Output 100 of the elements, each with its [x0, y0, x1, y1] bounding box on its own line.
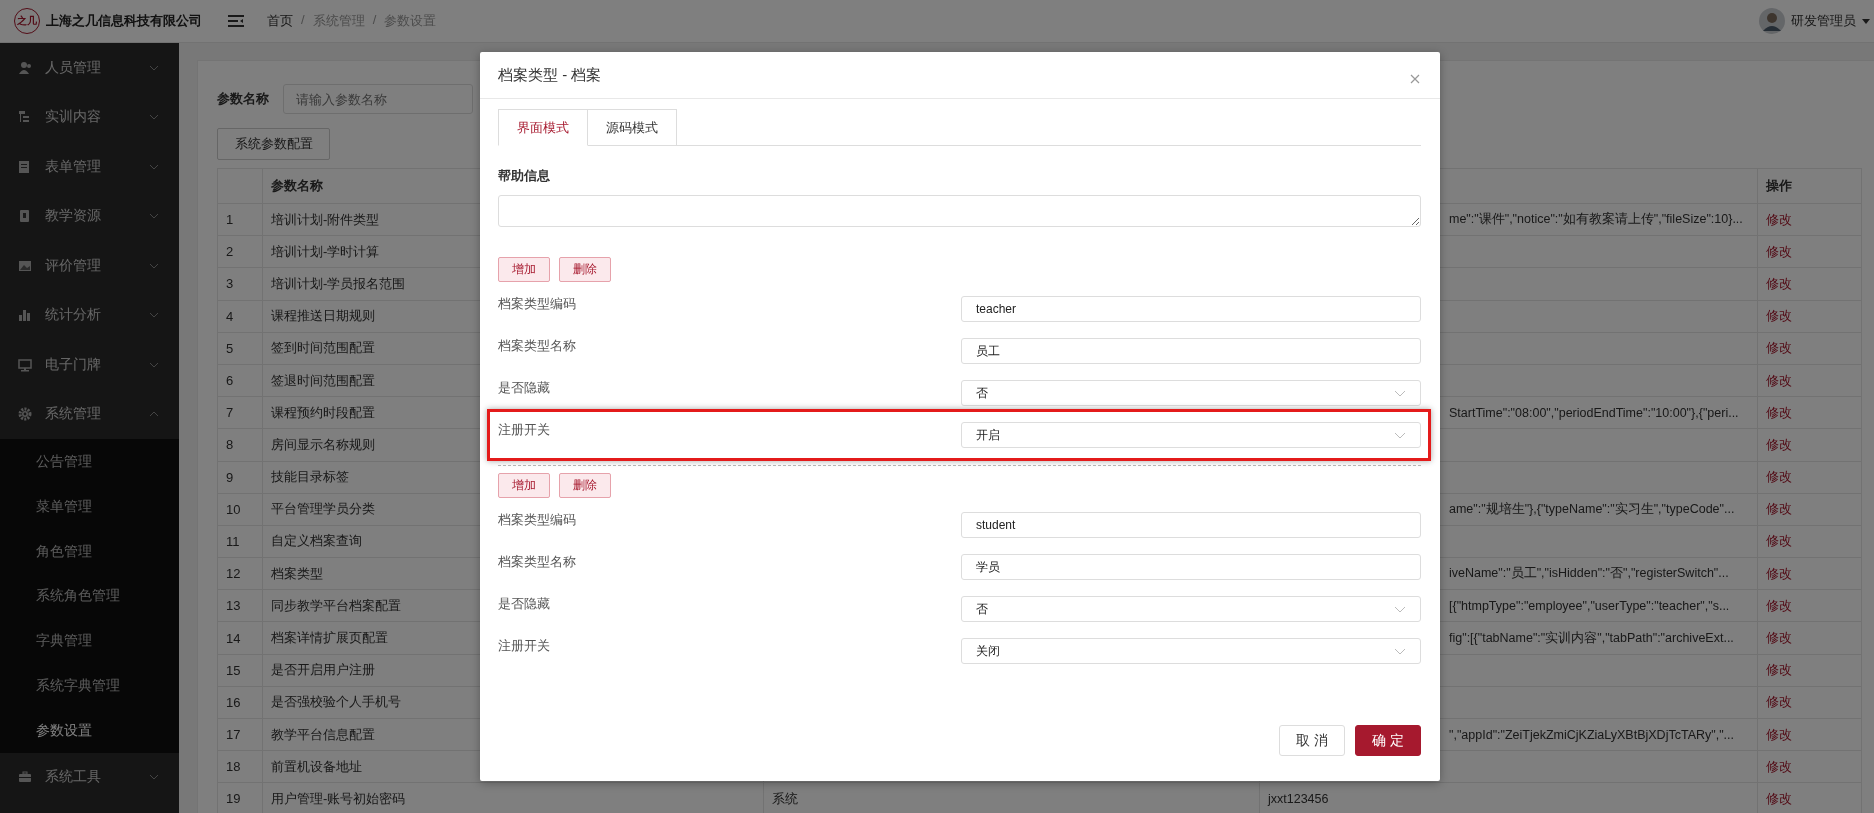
table-cell: fig":[{"tabName":"实训内容","tabPath":"archiveExt...	[1449, 630, 1734, 645]
edit-link[interactable]: 修改	[1766, 694, 1792, 710]
select-field[interactable]: 否	[961, 596, 1421, 622]
confirm-button[interactable]: 确 定	[1355, 725, 1421, 756]
submenu-item[interactable]: 菜单管理	[0, 483, 179, 529]
sidebar-item[interactable]: 实训内容	[0, 92, 179, 142]
sidebar-item[interactable]: 统计分析	[0, 290, 179, 340]
cancel-button[interactable]: 取 消	[1279, 725, 1345, 756]
chevron-icon	[149, 64, 159, 71]
input-field[interactable]: student	[961, 512, 1421, 538]
table-cell: StartTime":"08:00","periodEndTime":"10:00"},{"peri...	[1449, 405, 1739, 420]
submenu-item[interactable]: 参数设置	[0, 707, 179, 753]
submenu-item[interactable]: 系统字典管理	[0, 663, 179, 708]
tree-icon	[18, 110, 32, 125]
chevron-icon	[149, 213, 159, 220]
delete-button[interactable]: 删除	[559, 473, 611, 498]
edit-link[interactable]: 修改	[1766, 243, 1792, 259]
chevron-icon	[149, 312, 159, 319]
add-button[interactable]: 增加	[498, 473, 550, 498]
edit-link[interactable]: 修改	[1766, 758, 1792, 774]
edit-link[interactable]: 修改	[1766, 501, 1792, 517]
edit-link[interactable]: 修改	[1766, 308, 1792, 324]
sidebar-item[interactable]: 电子门牌	[0, 340, 179, 390]
tab[interactable]: 源码模式	[588, 109, 677, 146]
chevron-icon	[1394, 389, 1406, 397]
table-cell: 8	[217, 428, 263, 461]
edit-link[interactable]: 修改	[1766, 790, 1792, 806]
table-cell: 9	[217, 461, 263, 494]
chevron-icon	[149, 163, 159, 170]
table-cell: ame":"规培生"},{"typeName":"实习生","typeCode"...	[1449, 501, 1735, 516]
table-cell: 14	[217, 621, 263, 655]
table-cell: 15	[217, 654, 263, 687]
table-cell: 7	[217, 396, 263, 429]
edit-link[interactable]: 修改	[1766, 436, 1792, 452]
column-header: 操作	[1757, 168, 1862, 204]
sidebar-item[interactable]: 表单管理	[0, 142, 179, 192]
user-name[interactable]: 研发管理员	[1791, 12, 1856, 30]
toolbox-icon	[18, 770, 32, 785]
edit-link[interactable]: 修改	[1766, 630, 1792, 646]
table-cell: 1	[217, 203, 263, 236]
search-label: 参数名称	[217, 90, 269, 108]
book-icon	[18, 209, 32, 224]
config-button[interactable]: 系统参数配置	[217, 128, 330, 160]
edit-link[interactable]: 修改	[1766, 275, 1792, 291]
sidebar-item[interactable]: 教学资源	[0, 191, 179, 241]
sidebar-item[interactable]: 系统管理	[0, 389, 179, 439]
table-cell: 18	[217, 750, 263, 783]
submenu-item[interactable]: 公告管理	[0, 439, 179, 484]
delete-button[interactable]: 删除	[559, 257, 611, 282]
sidebar-item[interactable]: 人员管理	[0, 43, 179, 93]
select-field[interactable]: 否	[961, 380, 1421, 406]
chevron-icon	[149, 774, 159, 781]
table-cell: 3	[217, 267, 263, 301]
bar-chart-icon	[18, 308, 32, 323]
settings-icon	[18, 407, 32, 422]
edit-link[interactable]: 修改	[1766, 211, 1792, 227]
sidebar-item[interactable]: 评价管理	[0, 241, 179, 291]
edit-link[interactable]: 修改	[1766, 597, 1792, 613]
table-cell: 6	[217, 364, 263, 397]
field-label: 是否隐藏	[498, 379, 550, 397]
search-field[interactable]: 请输入参数名称	[283, 84, 473, 114]
people-icon	[18, 60, 32, 75]
edit-link[interactable]: 修改	[1766, 372, 1792, 388]
input-field[interactable]: teacher	[961, 296, 1421, 322]
input-field[interactable]: 学员	[961, 554, 1421, 580]
table-cell: [{"htmpType":"employee","userType":"teacher","s...	[1449, 598, 1730, 613]
breadcrumb-link[interactable]: 首页	[267, 12, 293, 30]
caret-icon	[1862, 18, 1870, 24]
chevron-icon	[149, 361, 159, 368]
edit-link[interactable]: 修改	[1766, 565, 1792, 581]
close-icon[interactable]	[1410, 74, 1420, 84]
table-cell: 17	[217, 718, 263, 751]
edit-link[interactable]: 修改	[1766, 662, 1792, 678]
edit-link[interactable]: 修改	[1766, 340, 1792, 356]
input-field[interactable]: 员工	[961, 338, 1421, 364]
select-field[interactable]: 关闭	[961, 638, 1421, 664]
table-cell: 16	[217, 686, 263, 719]
edit-link[interactable]: 修改	[1766, 404, 1792, 420]
menu-icon	[228, 14, 244, 28]
edit-link[interactable]: 修改	[1766, 469, 1792, 485]
select-field[interactable]: 开启	[961, 422, 1421, 448]
edit-link[interactable]: 修改	[1766, 533, 1792, 549]
chevron-icon	[149, 411, 159, 418]
monitor-icon	[18, 357, 32, 372]
submenu-item[interactable]: 字典管理	[0, 618, 179, 663]
field-label: 注册开关	[498, 637, 550, 655]
chevron-icon	[149, 114, 159, 121]
form-icon	[18, 159, 32, 174]
edit-link[interactable]: 修改	[1766, 726, 1792, 742]
tab[interactable]: 界面模式	[498, 109, 588, 146]
submenu-item[interactable]: 角色管理	[0, 528, 179, 574]
breadcrumb-separator: /	[301, 12, 305, 29]
breadcrumb-separator: /	[372, 12, 377, 29]
chevron-icon	[1394, 647, 1406, 655]
add-button[interactable]: 增加	[498, 257, 550, 282]
chevron-icon	[1394, 431, 1406, 439]
table-cell: iveName":"员工","isHidden":"否","registerSwitch"...	[1449, 566, 1729, 581]
submenu-item[interactable]: 系统角色管理	[0, 573, 179, 619]
table-cell: 19	[217, 782, 263, 813]
table-cell: 12	[217, 557, 263, 590]
